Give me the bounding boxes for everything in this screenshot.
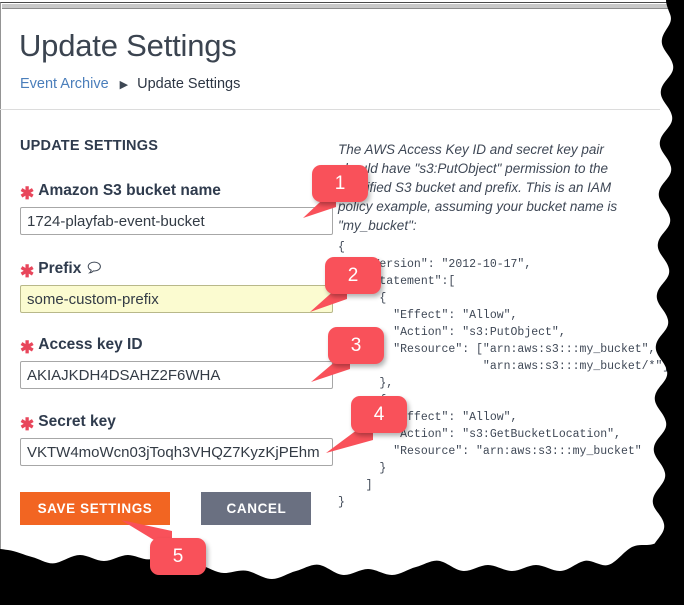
field-label: ✱ Amazon S3 bucket name [20, 180, 333, 202]
access-key-id-input[interactable] [20, 361, 333, 389]
callout-number: 1 [334, 173, 346, 194]
top-rule-right [375, 4, 675, 9]
secret-key-input[interactable] [20, 438, 333, 466]
field-label-text: Prefix [38, 260, 82, 277]
cancel-button[interactable]: CANCEL [201, 492, 312, 525]
callout-number: 4 [373, 404, 385, 425]
field-prefix: ✱ Prefix [20, 258, 333, 313]
callout-marker-5: 5 [121, 520, 206, 575]
field-label-text: Secret key [38, 413, 116, 430]
breadcrumb: Event Archive ▶ Update Settings [20, 76, 240, 92]
field-label: ✱ Secret key [20, 411, 333, 433]
callout-marker-1: 1 [303, 165, 368, 218]
callout-number: 5 [172, 546, 184, 567]
section-heading: UPDATE SETTINGS [20, 138, 159, 154]
amazon-s3-bucket-name-input[interactable] [20, 207, 333, 235]
field-secret-key: ✱ Secret key [20, 411, 333, 466]
field-label-text: Amazon S3 bucket name [38, 182, 221, 199]
callout-number: 2 [347, 265, 359, 286]
comment-icon[interactable] [87, 261, 102, 279]
breadcrumb-current: Update Settings [137, 76, 241, 92]
help-intro-text: The AWS Access Key ID and secret key pai… [338, 142, 618, 233]
breadcrumb-link-event-archive[interactable]: Event Archive [20, 76, 109, 92]
callout-marker-4: 4 [326, 396, 407, 453]
field-label: ✱ Prefix [20, 258, 333, 280]
callout-marker-2: 2 [310, 257, 381, 312]
iam-policy-code: { "Version": "2012-10-17", "Statement":[… [338, 241, 670, 509]
help-panel: The AWS Access Key ID and secret key pai… [338, 140, 670, 511]
callout-number: 3 [350, 335, 362, 356]
required-asterisk-icon: ✱ [20, 261, 35, 281]
required-asterisk-icon: ✱ [20, 337, 35, 357]
field-label-text: Access key ID [38, 336, 143, 353]
field-amazon-s3-bucket-name: ✱ Amazon S3 bucket name [20, 180, 333, 235]
page-header: Update Settings Event Archive ▶ Update S… [0, 12, 660, 110]
required-asterisk-icon: ✱ [20, 414, 35, 434]
screenshot-root: Update Settings Event Archive ▶ Update S… [0, 0, 684, 605]
callout-marker-3: 3 [311, 327, 384, 382]
required-asterisk-icon: ✱ [20, 183, 35, 203]
breadcrumb-separator-icon: ▶ [119, 78, 129, 91]
page-title: Update Settings [19, 28, 237, 63]
field-label: ✱ Access key ID [20, 334, 333, 356]
field-access-key-id: ✱ Access key ID [20, 334, 333, 389]
prefix-input[interactable] [20, 285, 333, 313]
